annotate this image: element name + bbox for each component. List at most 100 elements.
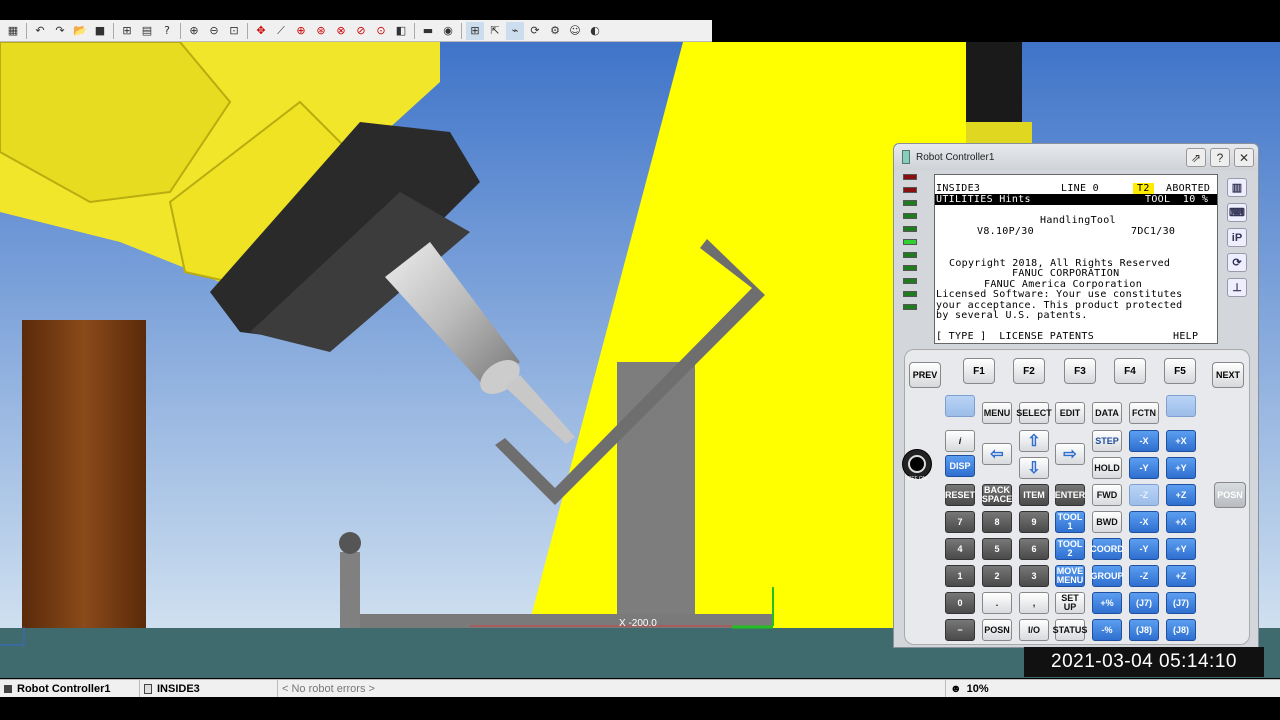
f2-key[interactable]: F2: [1013, 358, 1045, 384]
data-key[interactable]: DATA: [1092, 402, 1122, 424]
shift-left-key[interactable]: [945, 395, 975, 417]
mouse-icon[interactable]: ◉: [439, 22, 457, 40]
reset-key[interactable]: RESET: [945, 484, 975, 506]
jog-minus-rx-key[interactable]: -X: [1129, 511, 1159, 533]
jog-minus-x-key[interactable]: -X: [1129, 430, 1159, 452]
help-icon[interactable]: ?: [1210, 148, 1230, 167]
jog-minus-j7-key[interactable]: (J7): [1129, 592, 1159, 614]
f4-key[interactable]: F4: [1114, 358, 1146, 384]
bwd-key[interactable]: BWD: [1092, 511, 1122, 533]
key-5[interactable]: 5: [982, 538, 1012, 560]
f5-key[interactable]: F5: [1164, 358, 1196, 384]
robot-icon[interactable]: ⊗: [332, 22, 350, 40]
pin-icon[interactable]: ⊥: [1227, 278, 1247, 297]
key-minus[interactable]: −: [945, 619, 975, 641]
speed-down-key[interactable]: -%: [1092, 619, 1122, 641]
jog-plus-ry-key[interactable]: +Y: [1166, 538, 1196, 560]
posn-side-button[interactable]: POSN: [1214, 482, 1246, 508]
jog-plus-z-key[interactable]: +Z: [1166, 484, 1196, 506]
io-key[interactable]: I/O: [1019, 619, 1049, 641]
key-4[interactable]: 4: [945, 538, 975, 560]
zoom-out-icon[interactable]: ⊖: [205, 22, 223, 40]
key-8[interactable]: 8: [982, 511, 1012, 533]
enable-switch[interactable]: [902, 449, 932, 479]
key-6[interactable]: 6: [1019, 538, 1049, 560]
ipendant-icon[interactable]: iP: [1227, 228, 1247, 247]
fctn-key[interactable]: FCTN: [1129, 402, 1159, 424]
redo-icon[interactable]: ↷: [51, 22, 69, 40]
measure-icon[interactable]: ⟋: [272, 22, 290, 40]
coord-key[interactable]: COORD: [1090, 538, 1124, 560]
close-icon[interactable]: ✕: [1234, 148, 1254, 167]
backspace-key[interactable]: BACK SPACE: [982, 484, 1012, 506]
fwd-key[interactable]: FWD: [1092, 484, 1122, 506]
path-icon[interactable]: ⌁: [506, 21, 524, 40]
undo-icon[interactable]: ↶: [31, 22, 49, 40]
jog-minus-z-key[interactable]: -Z: [1129, 484, 1159, 506]
keyboard-icon[interactable]: ⌨: [1227, 203, 1247, 222]
move-icon[interactable]: ✥: [252, 22, 270, 40]
frame-icon[interactable]: ⊞: [466, 21, 484, 40]
jog-icon[interactable]: ⇱: [486, 22, 504, 40]
tool-icon[interactable]: ⊕: [292, 22, 310, 40]
group-key[interactable]: GROUP: [1091, 565, 1124, 587]
arrow-left-key[interactable]: ⇦: [982, 443, 1012, 465]
hierarchy-icon[interactable]: ⊞: [118, 22, 136, 40]
cycle-icon[interactable]: ⟳: [526, 22, 544, 40]
program-icon[interactable]: ▬: [419, 22, 437, 40]
enter-key[interactable]: ENTER: [1055, 484, 1085, 506]
save-icon[interactable]: ■: [91, 22, 109, 40]
status-key[interactable]: STATUS: [1053, 619, 1087, 641]
camera-icon[interactable]: ◐: [586, 22, 604, 40]
run-icon[interactable]: ⊙: [372, 22, 390, 40]
arrow-up-key[interactable]: ⇧: [1019, 430, 1049, 452]
item-key[interactable]: ITEM: [1019, 484, 1049, 506]
setup-key[interactable]: SET UP: [1055, 592, 1085, 614]
f1-key[interactable]: F1: [963, 358, 995, 384]
menu-key[interactable]: MENU: [982, 402, 1012, 424]
undock-icon[interactable]: ⇗: [1186, 148, 1206, 167]
target-icon[interactable]: ⊛: [312, 22, 330, 40]
person-icon[interactable]: ☺: [566, 22, 584, 40]
jog-minus-y-key[interactable]: -Y: [1129, 457, 1159, 479]
key-7[interactable]: 7: [945, 511, 975, 533]
arrow-right-key[interactable]: ⇨: [1055, 443, 1085, 465]
select-key[interactable]: SELECT: [1016, 402, 1052, 424]
speed-up-key[interactable]: +%: [1092, 592, 1122, 614]
jog-minus-rz-key[interactable]: -Z: [1129, 565, 1159, 587]
teach-icon[interactable]: ⊘: [352, 22, 370, 40]
refresh-icon[interactable]: ⟳: [1227, 253, 1247, 272]
key-dot[interactable]: .: [982, 592, 1012, 614]
jog-plus-x-key[interactable]: +X: [1166, 430, 1196, 452]
move-menu-key[interactable]: MOVE MENU: [1055, 565, 1085, 587]
shift-right-key[interactable]: [1166, 395, 1196, 417]
zoom-in-icon[interactable]: ⊕: [185, 22, 203, 40]
status-speed[interactable]: ☻ 10%: [946, 680, 1026, 698]
zoom-window-icon[interactable]: ⊡: [225, 22, 243, 40]
disp-key[interactable]: DISP: [945, 455, 975, 477]
key-2[interactable]: 2: [982, 565, 1012, 587]
hold-key[interactable]: HOLD: [1092, 457, 1122, 479]
jog-plus-rz-key[interactable]: +Z: [1166, 565, 1196, 587]
calibrate-icon[interactable]: ⚙: [546, 22, 564, 40]
grid-icon[interactable]: ▦: [4, 22, 22, 40]
key-1[interactable]: 1: [945, 565, 975, 587]
robot-controller-window[interactable]: Robot Controller1 ⇗ ? ✕ INSIDE3 LINE 0 T…: [893, 143, 1259, 648]
status-errors[interactable]: < No robot errors >: [278, 679, 946, 698]
status-controller[interactable]: Robot Controller1: [0, 679, 140, 698]
edit-key[interactable]: EDIT: [1055, 402, 1085, 424]
key-9[interactable]: 9: [1019, 511, 1049, 533]
status-program[interactable]: INSIDE3: [140, 679, 278, 698]
jog-plus-y-key[interactable]: +Y: [1166, 457, 1196, 479]
jog-plus-rx-key[interactable]: +X: [1166, 511, 1196, 533]
clipboard-icon[interactable]: ▥: [1227, 178, 1247, 197]
record-icon[interactable]: ◧: [392, 22, 410, 40]
step-key[interactable]: STEP: [1092, 430, 1122, 452]
key-3[interactable]: 3: [1019, 565, 1049, 587]
prev-key[interactable]: PREV: [909, 362, 941, 388]
key-0[interactable]: 0: [945, 592, 975, 614]
jog-minus-ry-key[interactable]: -Y: [1129, 538, 1159, 560]
tool2-key[interactable]: TOOL 2: [1055, 538, 1085, 560]
key-comma[interactable]: ,: [1019, 592, 1049, 614]
arrow-down-key[interactable]: ⇩: [1019, 457, 1049, 479]
